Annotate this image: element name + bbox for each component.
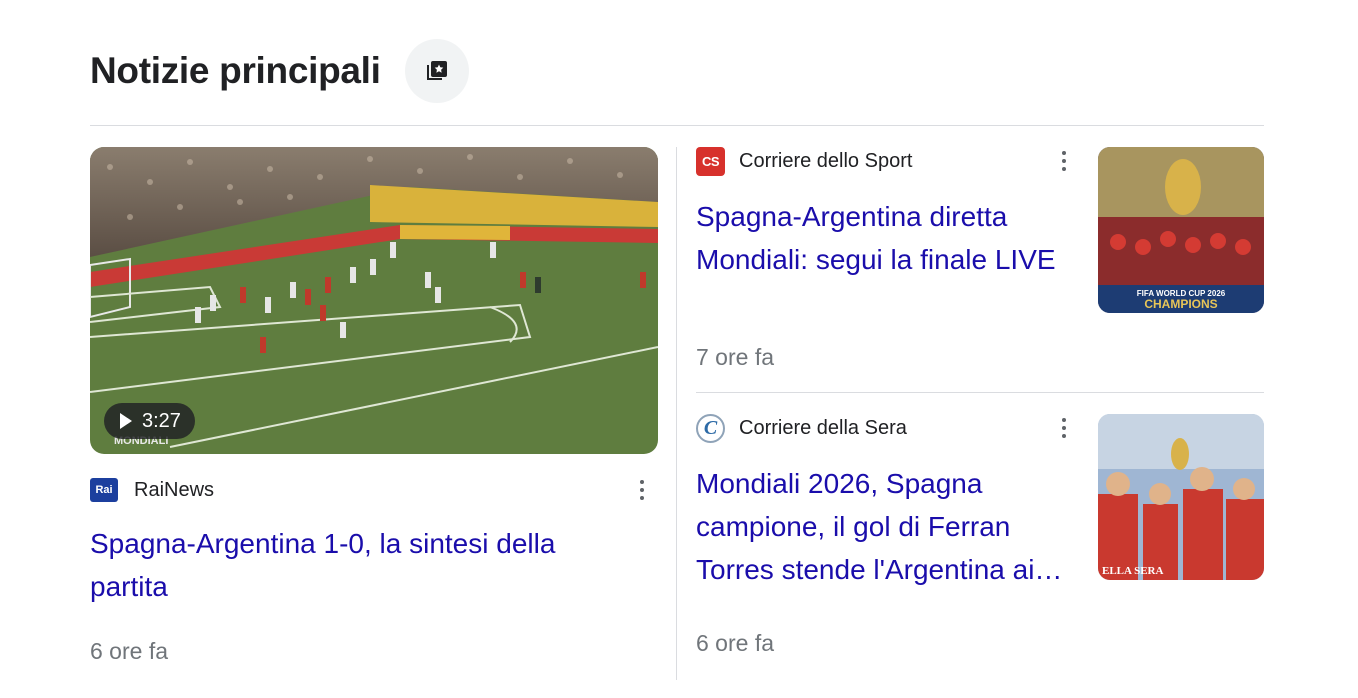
more-top-stories-button[interactable]	[404, 39, 469, 103]
corriere-sport-logo: CS	[696, 146, 725, 176]
headline-link[interactable]: Spagna-Argentina 1-0, la sintesi della p…	[90, 522, 610, 608]
corriere-sera-logo: C	[696, 413, 725, 443]
source-row: Rai RaiNews	[90, 476, 658, 504]
video-duration-badge: 3:27	[104, 403, 195, 439]
timestamp: 6 ore fa	[90, 638, 168, 664]
headline-link[interactable]: Spagna-Argentina diretta Mondiali: segui…	[696, 195, 1066, 281]
source-row: CS Corriere dello Sport	[696, 146, 1066, 176]
source-name[interactable]: Corriere dello Sport	[739, 150, 912, 173]
side-story-card-1: CS Corriere dello Sport Spagna-Argentina…	[696, 146, 1066, 370]
rainews-logo: Rai	[90, 478, 118, 502]
thumb-caption: CHAMPIONS	[1144, 297, 1217, 311]
side-story-thumbnail-1[interactable]: FIFA WORLD CUP 2026 CHAMPIONS	[1098, 147, 1264, 313]
more-options-icon[interactable]	[1052, 145, 1076, 177]
more-options-icon[interactable]	[1052, 412, 1076, 444]
headline-link[interactable]: Mondiali 2026, Spagna campione, il gol d…	[696, 462, 1076, 591]
source-name[interactable]: Corriere della Sera	[739, 417, 907, 440]
header-divider	[90, 125, 1264, 126]
section-header: Notizie principali	[90, 38, 469, 104]
side-story-thumbnail-2[interactable]: ELLA SERA	[1098, 414, 1264, 580]
team-celebration-image: ELLA SERA	[1098, 414, 1264, 580]
main-story-card: MONDIALI 3:27 Rai RaiNews Spagna-Argenti…	[90, 147, 658, 665]
play-icon	[120, 413, 132, 429]
timestamp: 7 ore fa	[696, 344, 774, 370]
more-options-icon[interactable]	[630, 474, 654, 506]
source-row: C Corriere della Sera	[696, 413, 1066, 443]
section-title: Notizie principali	[90, 50, 381, 91]
stacked-star-icon	[426, 61, 447, 80]
source-name[interactable]: RaiNews	[134, 479, 214, 502]
side-story-card-2: C Corriere della Sera Mondiali 2026, Spa…	[696, 413, 1066, 656]
column-divider	[676, 147, 677, 680]
video-thumbnail[interactable]: MONDIALI 3:27	[90, 147, 658, 454]
timestamp: 6 ore fa	[696, 630, 774, 656]
video-duration: 3:27	[142, 409, 181, 432]
story-divider	[696, 392, 1264, 393]
trophy-celebration-image: FIFA WORLD CUP 2026 CHAMPIONS	[1098, 147, 1264, 313]
thumb-caption: ELLA SERA	[1102, 565, 1163, 577]
